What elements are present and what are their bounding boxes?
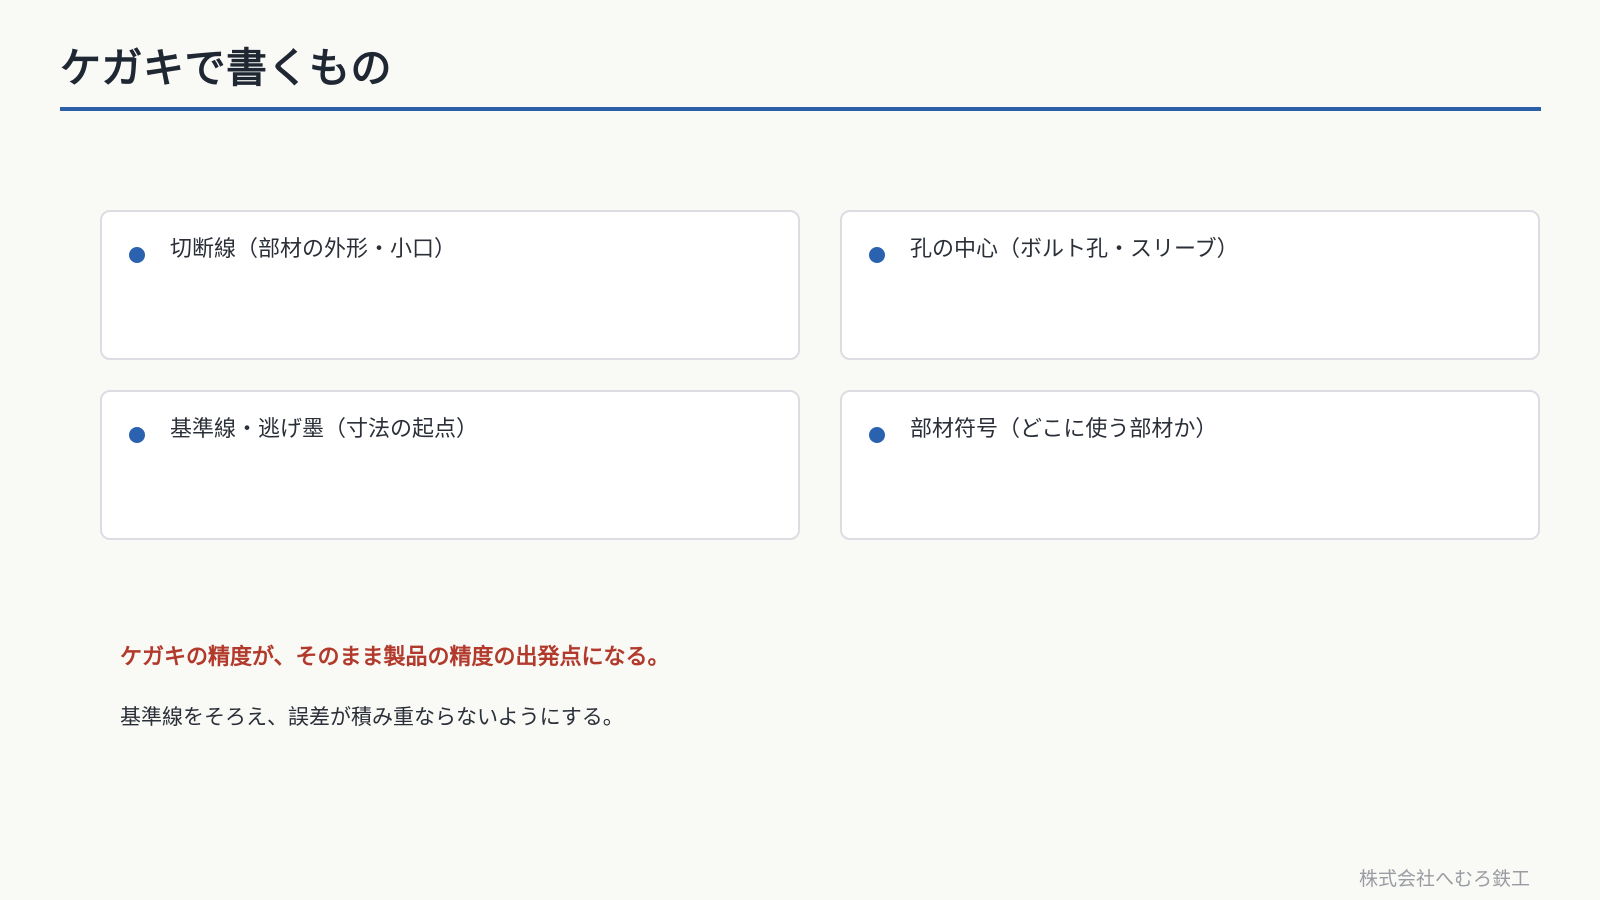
bullet-dot-icon — [129, 427, 145, 443]
item-card-reference-line: 基準線・逃げ墨（寸法の起点） — [100, 390, 800, 540]
bullet-dot-icon — [869, 247, 885, 263]
company-name-footer: 株式会社へむろ鉄工 — [1358, 868, 1530, 890]
item-card-member-mark: 部材符号（どこに使う部材か） — [840, 390, 1540, 540]
item-card-cutting-line: 切断線（部材の外形・小口） — [100, 210, 800, 360]
title-underline — [60, 107, 1541, 111]
emphasis-statement: ケガキの精度が、そのまま製品の精度の出発点になる。 — [120, 645, 670, 670]
bullet-dot-icon — [129, 247, 145, 263]
supporting-text: 基準線をそろえ、誤差が積み重ならないようにする。 — [120, 705, 624, 729]
page-title: ケガキで書くもの — [60, 44, 392, 92]
item-card-label: 孔の中心（ボルト孔・スリーブ） — [910, 237, 1239, 262]
bullet-dot-icon — [869, 427, 885, 443]
item-card-label: 切断線（部材の外形・小口） — [170, 237, 457, 262]
item-card-label: 基準線・逃げ墨（寸法の起点） — [170, 417, 479, 442]
item-card-label: 部材符号（どこに使う部材か） — [910, 417, 1218, 442]
item-card-hole-center: 孔の中心（ボルト孔・スリーブ） — [840, 210, 1540, 360]
